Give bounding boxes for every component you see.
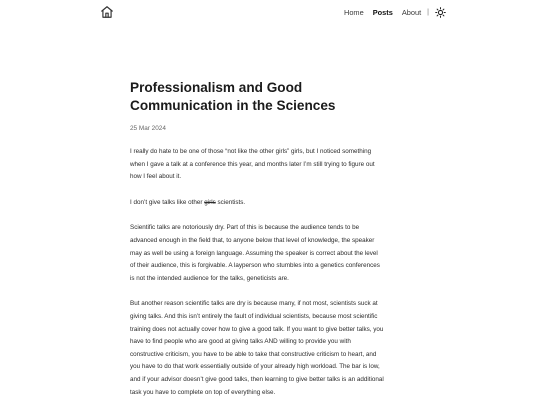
paragraph-2-before: I don’t give talks like other bbox=[130, 198, 205, 206]
nav-home-link[interactable]: Home bbox=[344, 8, 364, 17]
page: Home Posts About | Professionalism and G… bbox=[0, 0, 540, 405]
post-date: 25 Mar 2024 bbox=[130, 125, 166, 132]
theme-toggle-button[interactable] bbox=[435, 6, 446, 18]
nav-separator: | bbox=[427, 8, 429, 16]
post-article: Professionalism and Good Communication i… bbox=[130, 79, 384, 405]
home-icon-link[interactable] bbox=[100, 5, 114, 19]
struck-word: girls bbox=[204, 198, 216, 206]
paragraph-1: I really do hate to be one of those “not… bbox=[130, 148, 375, 181]
site-header: Home Posts About | bbox=[0, 0, 540, 24]
nav-posts-link[interactable]: Posts bbox=[373, 8, 393, 17]
main-nav: Home Posts About | bbox=[344, 5, 446, 19]
home-icon bbox=[101, 6, 113, 18]
paragraph-3: Scientific talks are notoriously dry. Pa… bbox=[130, 224, 380, 282]
paragraph-2: I don’t give talks like other girls scie… bbox=[130, 197, 384, 210]
nav-about-link[interactable]: About bbox=[402, 8, 421, 17]
sun-icon bbox=[435, 6, 446, 18]
post-body: I really do hate to be one of those “not… bbox=[130, 146, 384, 399]
post-title: Professionalism and Good Communication i… bbox=[130, 80, 336, 113]
paragraph-2-after: scientists. bbox=[215, 198, 246, 206]
paragraph-4: But another reason scientific talks are … bbox=[130, 300, 384, 396]
